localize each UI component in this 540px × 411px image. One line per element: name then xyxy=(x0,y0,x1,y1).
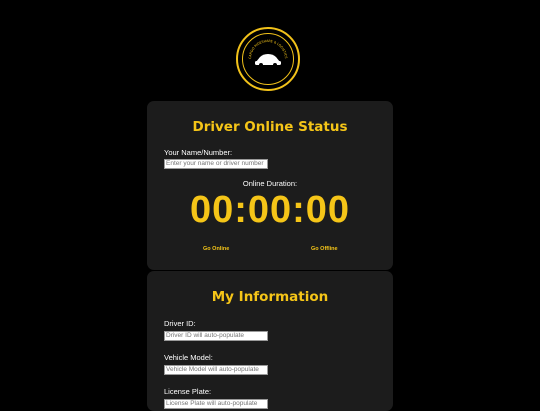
status-card-title: Driver Online Status xyxy=(192,119,348,135)
car-logo-icon: CARGO RIDESHARE & LOGISTICS xyxy=(248,39,288,67)
logo-inner-ring: CARGO RIDESHARE & LOGISTICS xyxy=(242,33,294,85)
online-timer: 00:00:00 xyxy=(189,189,351,231)
info-card-title: My Information xyxy=(211,289,329,305)
name-label: Your Name/Number: xyxy=(164,148,233,157)
vehicle-model-field[interactable] xyxy=(164,365,268,375)
go-online-button[interactable]: Go Online xyxy=(203,246,229,252)
vehicle-model-label: Vehicle Model: xyxy=(164,353,213,362)
my-information-card: My Information Driver ID: Vehicle Model:… xyxy=(147,271,393,411)
license-plate-field[interactable] xyxy=(164,399,268,409)
driver-status-card: Driver Online Status Your Name/Number: O… xyxy=(147,101,393,270)
duration-label: Online Duration: xyxy=(242,179,298,188)
name-input[interactable] xyxy=(164,159,268,169)
driver-id-label: Driver ID: xyxy=(164,319,196,328)
logo-badge: CARGO RIDESHARE & LOGISTICS xyxy=(236,27,300,91)
go-offline-button[interactable]: Go Offline xyxy=(311,246,338,252)
license-plate-label: License Plate: xyxy=(164,387,212,396)
driver-id-field[interactable] xyxy=(164,331,268,341)
